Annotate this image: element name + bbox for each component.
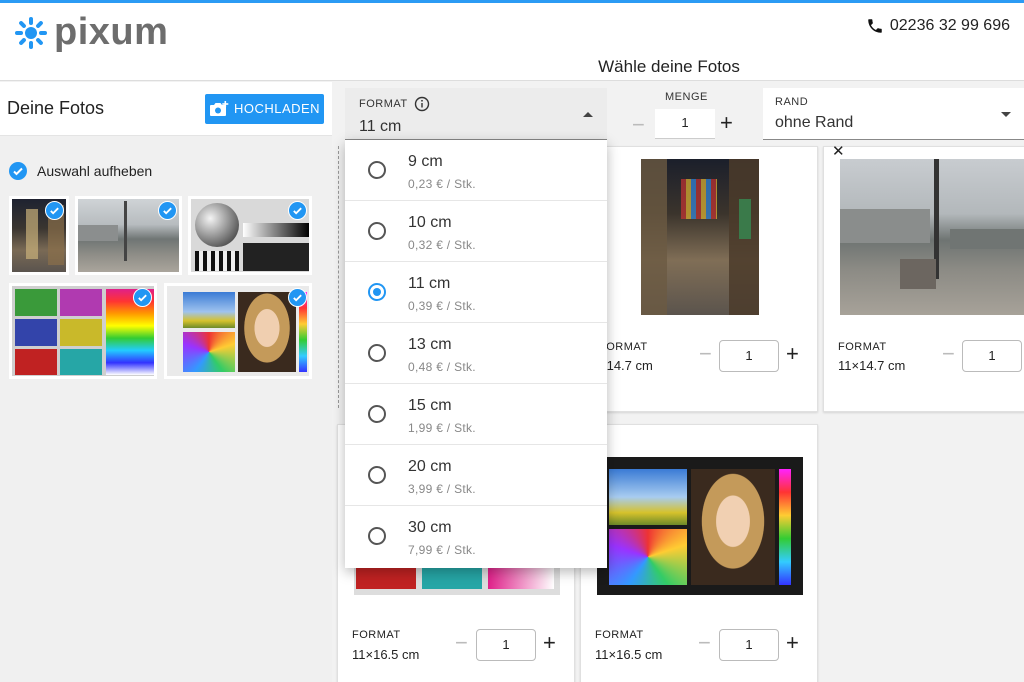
photo-library-panel: Deine Fotos HOCHLADEN Auswahl aufheben	[0, 82, 332, 682]
option-size: 10 cm	[408, 214, 452, 231]
border-value: ohne Rand	[775, 114, 854, 131]
radio-button-icon	[368, 466, 386, 484]
brand-name: pixum	[54, 11, 169, 53]
phone-contact[interactable]: 02236 32 99 696	[866, 17, 1010, 35]
format-dropdown-menu: 9 cm 0,23 € / Stk. 10 cm 0,32 € / Stk. 1…	[345, 140, 607, 568]
border-label: RAND	[775, 96, 809, 108]
border-select[interactable]: RAND ohne Rand	[763, 88, 1024, 140]
selected-check-icon	[288, 201, 307, 220]
format-option[interactable]: 9 cm 0,23 € / Stk.	[345, 140, 607, 201]
option-price: 0,23 € / Stk.	[408, 177, 476, 191]
option-size: 11 cm	[408, 275, 451, 292]
quantity-input[interactable]: 1	[719, 629, 779, 661]
info-icon[interactable]	[414, 96, 430, 112]
increase-quantity-button[interactable]: +	[543, 630, 556, 656]
quantity-label: MENGE	[665, 91, 708, 103]
format-option-selected[interactable]: 11 cm 0,39 € / Stk.	[345, 262, 607, 323]
format-label: FORMAT	[595, 629, 644, 641]
photo-thumbnail-street[interactable]	[9, 196, 69, 275]
remove-photo-icon[interactable]: ✕	[832, 142, 845, 160]
pixum-logo[interactable]: pixum	[14, 11, 168, 54]
format-option[interactable]: 15 cm 1,99 € / Stk.	[345, 384, 607, 445]
print-card-portrait[interactable]: FORMAT 11×16.5 cm − 1 +	[580, 424, 818, 682]
option-price: 7,99 € / Stk.	[408, 543, 476, 557]
selected-check-icon	[133, 288, 152, 307]
increase-all-quantity-button[interactable]: +	[720, 110, 733, 136]
page-subtitle: Wähle deine Fotos	[598, 57, 740, 76]
option-price: 3,99 € / Stk.	[408, 482, 476, 496]
format-select[interactable]: FORMAT 11 cm	[345, 88, 607, 140]
photo-thumbnail-portrait-chart[interactable]	[164, 283, 312, 379]
print-card-street[interactable]: FORMAT ×14.7 cm − 1 +	[580, 146, 818, 412]
selected-check-icon	[158, 201, 177, 220]
radio-button-icon	[368, 222, 386, 240]
all-quantity-input[interactable]: 1	[655, 109, 715, 139]
print-photo-street	[641, 159, 759, 315]
decrease-all-quantity-button[interactable]: −	[632, 112, 645, 138]
option-price: 0,48 € / Stk.	[408, 360, 476, 374]
drop-zone-border	[338, 146, 339, 408]
format-value: 11×16.5 cm	[352, 647, 420, 662]
decrease-quantity-button[interactable]: −	[699, 341, 712, 367]
caret-up-icon	[583, 112, 593, 117]
radio-button-selected-icon	[368, 283, 386, 301]
quantity-input[interactable]: 1	[476, 629, 536, 661]
sun-logo-icon	[15, 16, 47, 49]
deselect-label: Auswahl aufheben	[37, 163, 153, 179]
deselect-all-toggle[interactable]: Auswahl aufheben	[9, 162, 152, 180]
library-header: Deine Fotos HOCHLADEN	[0, 82, 332, 136]
photo-thumbnail-roses[interactable]	[9, 283, 157, 379]
format-label: FORMAT	[838, 341, 887, 353]
option-size: 13 cm	[408, 336, 452, 353]
caret-down-icon	[1001, 112, 1011, 117]
photo-thumbnail-promenade[interactable]	[75, 196, 182, 275]
radio-button-icon	[368, 527, 386, 545]
phone-number: 02236 32 99 696	[889, 17, 1010, 34]
option-size: 9 cm	[408, 153, 443, 170]
radio-button-icon	[368, 405, 386, 423]
print-photo-promenade	[840, 159, 1024, 315]
option-size: 20 cm	[408, 458, 452, 475]
phone-icon	[868, 19, 882, 33]
check-circle-icon	[9, 162, 27, 180]
format-value: 11×14.7 cm	[838, 358, 906, 373]
quantity-input[interactable]: 1	[962, 340, 1022, 372]
format-option[interactable]: 30 cm 7,99 € / Stk.	[345, 506, 607, 567]
photo-thumbnail-testchart[interactable]	[188, 196, 312, 275]
format-label-text: FORMAT	[359, 98, 408, 110]
quantity-input[interactable]: 1	[719, 340, 779, 372]
camera-plus-icon	[209, 100, 229, 116]
format-value: 11×16.5 cm	[595, 647, 663, 662]
format-value: ×14.7 cm	[599, 358, 653, 373]
selected-check-icon	[45, 201, 64, 220]
upload-label: HOCHLADEN	[233, 101, 321, 116]
increase-quantity-button[interactable]: +	[786, 341, 799, 367]
format-label: FORMAT	[352, 629, 401, 641]
upload-button[interactable]: HOCHLADEN	[205, 93, 324, 124]
format-option[interactable]: 20 cm 3,99 € / Stk.	[345, 445, 607, 506]
decrease-quantity-button[interactable]: −	[455, 630, 468, 656]
format-option[interactable]: 10 cm 0,32 € / Stk.	[345, 201, 607, 262]
print-card-promenade[interactable]: FORMAT 11×14.7 cm − 1	[823, 146, 1024, 412]
selected-check-icon	[288, 288, 307, 307]
option-price: 0,39 € / Stk.	[408, 299, 476, 313]
option-size: 30 cm	[408, 519, 452, 536]
format-value: 11 cm	[359, 118, 402, 135]
quantity-control: MENGE − 1 +	[630, 90, 740, 140]
radio-button-icon	[368, 344, 386, 362]
radio-button-icon	[368, 161, 386, 179]
decrease-quantity-button[interactable]: −	[942, 341, 955, 367]
increase-quantity-button[interactable]: +	[786, 630, 799, 656]
option-size: 15 cm	[408, 397, 452, 414]
format-field-label: FORMAT	[359, 96, 593, 112]
decrease-quantity-button[interactable]: −	[698, 630, 711, 656]
option-price: 0,32 € / Stk.	[408, 238, 476, 252]
format-option[interactable]: 13 cm 0,48 € / Stk.	[345, 323, 607, 384]
library-title: Deine Fotos	[7, 98, 105, 118]
print-photo-portrait	[597, 457, 803, 595]
header: pixum 02236 32 99 696 Wähle deine Fotos	[0, 3, 1024, 81]
option-price: 1,99 € / Stk.	[408, 421, 476, 435]
